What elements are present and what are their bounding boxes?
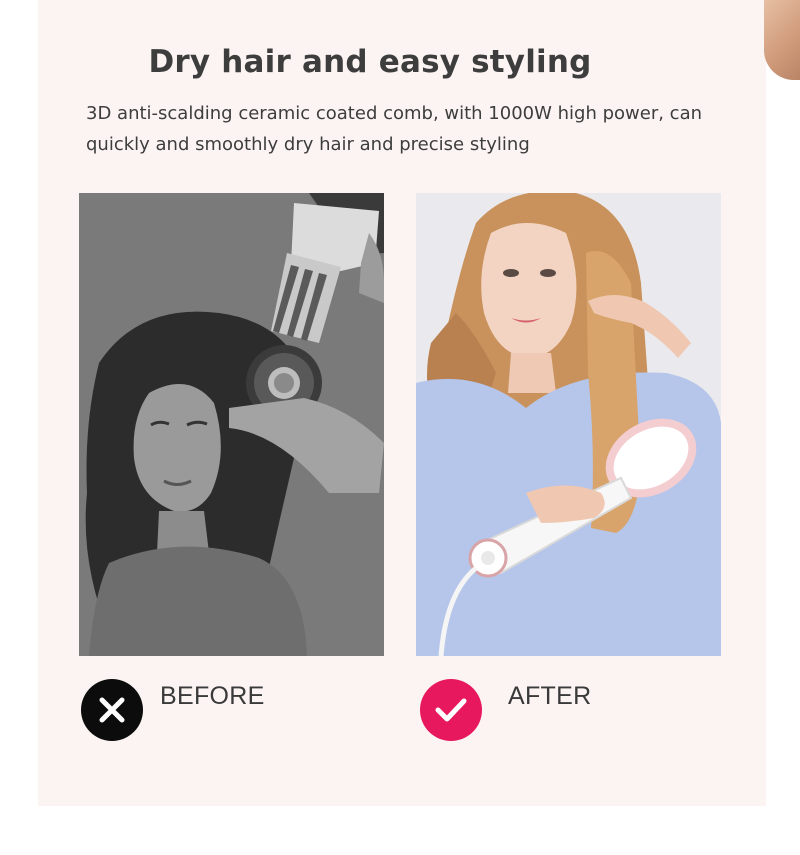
check-icon: [420, 679, 482, 741]
close-icon: [81, 679, 143, 741]
before-label: BEFORE: [160, 682, 265, 710]
before-photo: [79, 193, 384, 656]
page-subtitle: 3D anti-scalding ceramic coated comb, wi…: [86, 103, 703, 155]
after-photo: [416, 193, 721, 656]
page-title: Dry hair and easy styling: [148, 44, 592, 80]
corner-product-image: [764, 0, 800, 80]
after-label: AFTER: [508, 682, 592, 710]
